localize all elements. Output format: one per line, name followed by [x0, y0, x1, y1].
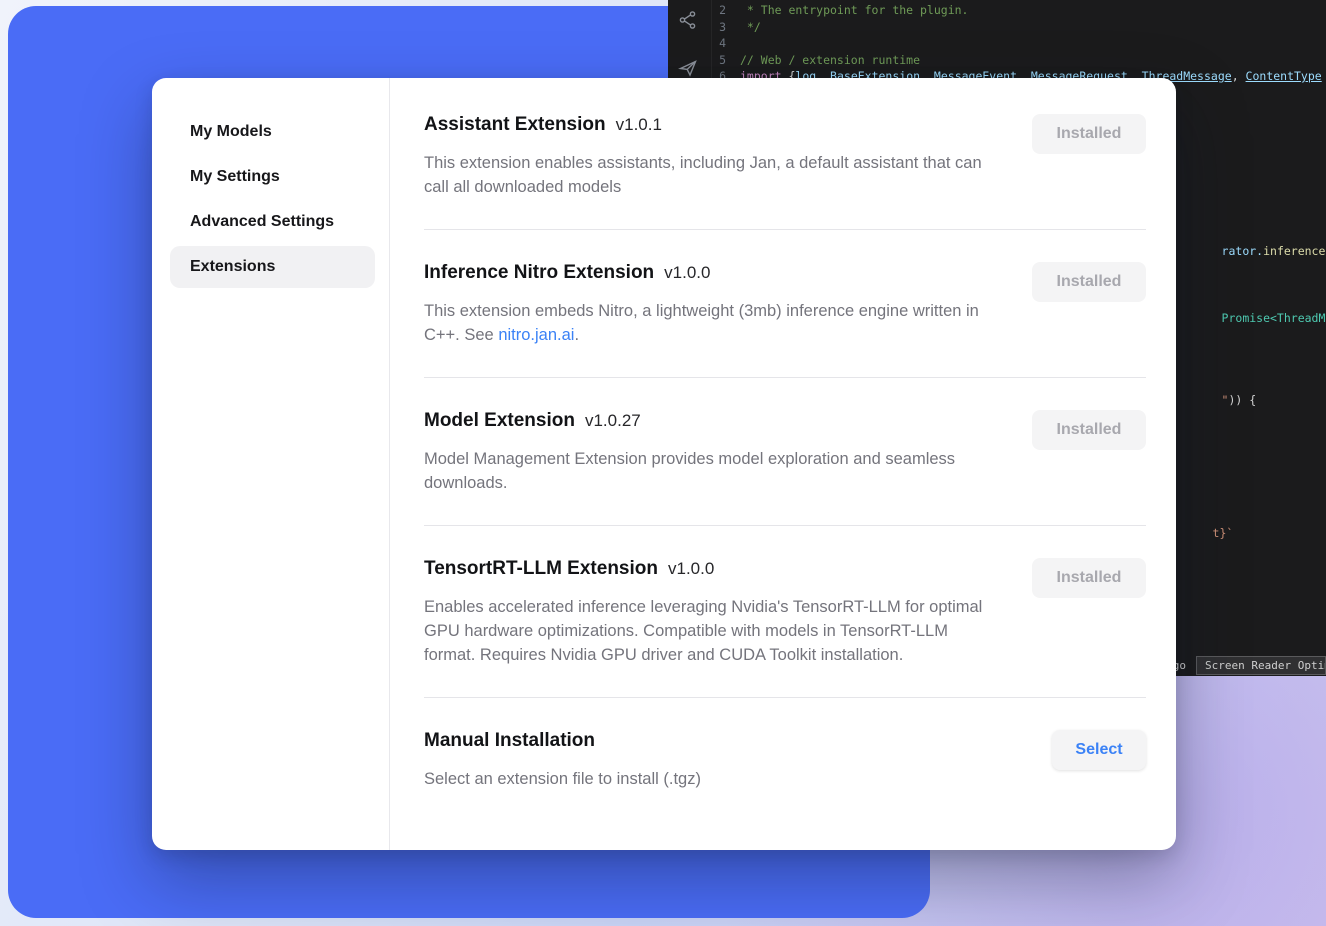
settings-card: My Models My Settings Advanced Settings …	[152, 78, 1176, 850]
sidebar-item-advanced-settings[interactable]: Advanced Settings	[170, 201, 375, 243]
line-number: 2	[712, 2, 740, 19]
extension-title: TensortRT-LLM Extension	[424, 558, 658, 579]
code-fragment: Promise<ThreadMessage>	[1180, 297, 1326, 339]
extension-row-assistant: Assistant Extension v1.0.1 This extension…	[424, 78, 1146, 230]
extension-description: This extension enables assistants, inclu…	[424, 151, 999, 199]
installed-button[interactable]: Installed	[1032, 114, 1146, 154]
code-fragment: ")) {	[1180, 379, 1256, 421]
code-lines: 2 * The entrypoint for the plugin. 3 */ …	[712, 2, 1326, 85]
select-button[interactable]: Select	[1052, 730, 1146, 770]
settings-sidebar: My Models My Settings Advanced Settings …	[152, 78, 390, 850]
code-line: 3 */	[712, 19, 1326, 36]
line-number: 5	[712, 52, 740, 69]
share-icon[interactable]	[678, 10, 698, 33]
extension-description: Enables accelerated inference leveraging…	[424, 595, 999, 667]
sidebar-item-my-settings[interactable]: My Settings	[170, 156, 375, 198]
extension-title: Model Extension	[424, 410, 575, 431]
installed-button[interactable]: Installed	[1032, 410, 1146, 450]
nitro-link[interactable]: nitro.jan.ai	[498, 326, 574, 344]
extension-title: Inference Nitro Extension	[424, 262, 654, 283]
extension-title: Assistant Extension	[424, 114, 606, 135]
code-fragment: rator.inference(data));	[1180, 230, 1326, 272]
installed-button[interactable]: Installed	[1032, 558, 1146, 598]
installed-button[interactable]: Installed	[1032, 262, 1146, 302]
extension-row-tensorrt: TensortRT-LLM Extension v1.0.0 Enables ac…	[424, 526, 1146, 698]
code-line: 5// Web / extension runtime	[712, 52, 1326, 69]
code-line: 2 * The entrypoint for the plugin.	[712, 2, 1326, 19]
page: 2 * The entrypoint for the plugin. 3 */ …	[0, 0, 1326, 926]
extension-row-manual-install: Manual Installation Select an extension …	[424, 698, 1146, 821]
extension-row-nitro: Inference Nitro Extension v1.0.0 This ext…	[424, 230, 1146, 378]
sidebar-item-extensions[interactable]: Extensions	[170, 246, 375, 288]
extension-description: Model Management Extension provides mode…	[424, 447, 999, 495]
extension-version: v1.0.27	[585, 411, 641, 430]
screen-reader-toast[interactable]: Screen Reader Optimize	[1196, 656, 1326, 675]
code-fragment: t}`	[1171, 512, 1233, 554]
extension-title: Manual Installation	[424, 730, 595, 751]
extension-row-model: Model Extension v1.0.27 Model Management …	[424, 378, 1146, 526]
code-line: 4	[712, 35, 1326, 52]
extension-version: v1.0.0	[664, 263, 710, 282]
extension-description: This extension embeds Nitro, a lightweig…	[424, 299, 999, 347]
extension-version: v1.0.1	[616, 115, 662, 134]
extension-description: Select an extension file to install (.tg…	[424, 767, 701, 791]
sidebar-item-my-models[interactable]: My Models	[170, 111, 375, 153]
line-number: 3	[712, 19, 740, 36]
line-number: 4	[712, 35, 740, 52]
extensions-list: Assistant Extension v1.0.1 This extension…	[390, 78, 1176, 850]
extension-version: v1.0.0	[668, 559, 714, 578]
